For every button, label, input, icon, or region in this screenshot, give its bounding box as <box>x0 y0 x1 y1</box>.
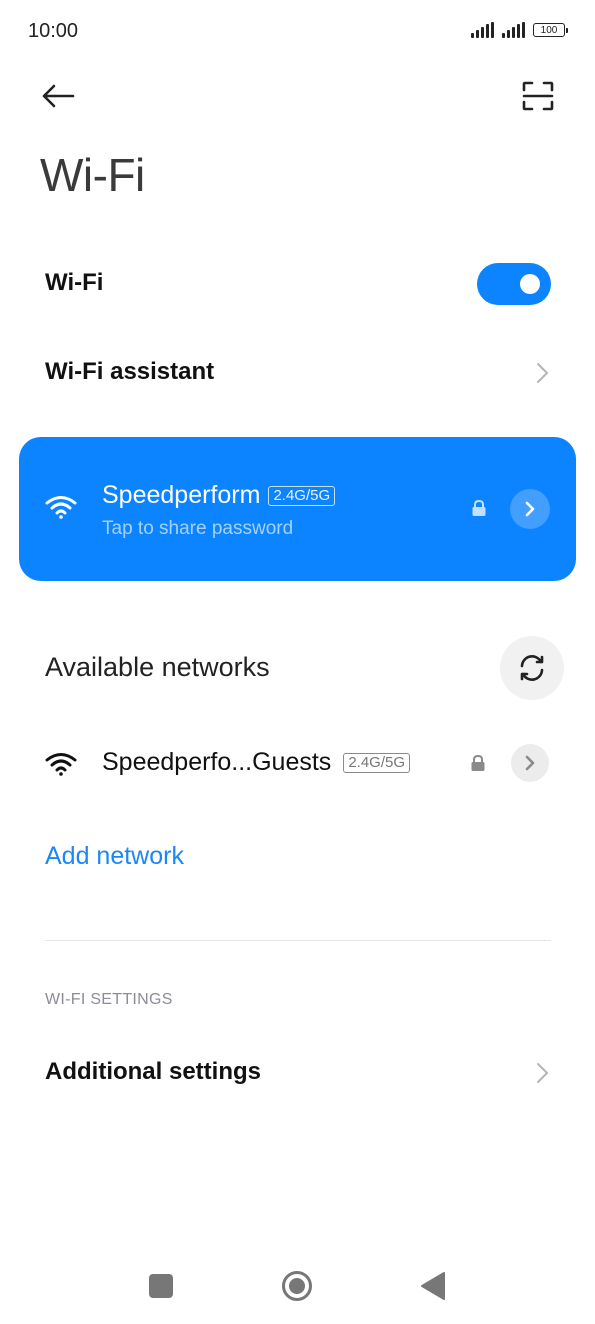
chevron-right-icon <box>525 755 535 771</box>
network-list-item[interactable]: Speedperfo...Guests 2.4G/5G <box>0 728 595 800</box>
lock-icon <box>471 754 485 771</box>
battery-icon: 100 <box>533 23 568 37</box>
available-networks-title: Available networks <box>45 652 270 682</box>
connected-ssid-text: Speedperform <box>102 481 261 509</box>
signal-icon-2 <box>502 22 525 38</box>
toggle-knob <box>520 274 540 294</box>
wifi-assistant-row[interactable]: Wi-Fi assistant <box>0 340 595 404</box>
chevron-right-icon <box>525 501 535 517</box>
refresh-networks-button[interactable] <box>500 636 564 700</box>
refresh-icon <box>520 655 544 681</box>
wifi-settings-section-header: WI-FI SETTINGS <box>45 991 173 1008</box>
nav-back-button[interactable] <box>420 1271 446 1301</box>
recents-button[interactable] <box>149 1274 173 1298</box>
status-time: 10:00 <box>28 20 79 42</box>
additional-settings-label: Additional settings <box>45 1058 261 1085</box>
connected-network-details-button[interactable] <box>510 489 550 529</box>
connected-ssid: Speedperform 2.4G/5G <box>102 481 336 510</box>
back-button[interactable] <box>36 76 80 116</box>
wifi-toggle-label: Wi-Fi <box>45 269 104 296</box>
additional-settings-row[interactable]: Additional settings <box>0 1040 595 1104</box>
band-badge: 2.4G/5G <box>268 485 336 506</box>
share-password-hint: Tap to share password <box>102 518 294 539</box>
divider <box>45 940 551 941</box>
status-icons: 100 <box>471 22 568 38</box>
chevron-right-icon <box>537 363 548 383</box>
lock-icon <box>472 499 486 516</box>
wifi-icon <box>45 753 77 776</box>
scan-qr-button[interactable] <box>514 74 562 118</box>
wifi-toggle[interactable] <box>477 263 551 305</box>
chevron-right-icon <box>537 1063 548 1083</box>
network-ssid-text: Speedperfo...Guests <box>102 748 332 776</box>
arrow-left-icon <box>42 84 75 108</box>
add-network-link[interactable]: Add network <box>45 842 184 871</box>
wifi-assistant-label: Wi-Fi assistant <box>45 358 215 385</box>
wifi-icon <box>45 496 77 519</box>
signal-icon <box>471 22 494 38</box>
page-title: Wi-Fi <box>40 149 145 201</box>
network-ssid: Speedperfo...Guests 2.4G/5G <box>102 748 411 777</box>
connected-network-card[interactable]: Speedperform 2.4G/5G Tap to share passwo… <box>19 437 576 581</box>
scan-frame-icon <box>522 81 554 111</box>
home-button[interactable] <box>281 1270 313 1302</box>
network-details-button[interactable] <box>511 744 549 782</box>
band-badge: 2.4G/5G <box>343 752 411 773</box>
